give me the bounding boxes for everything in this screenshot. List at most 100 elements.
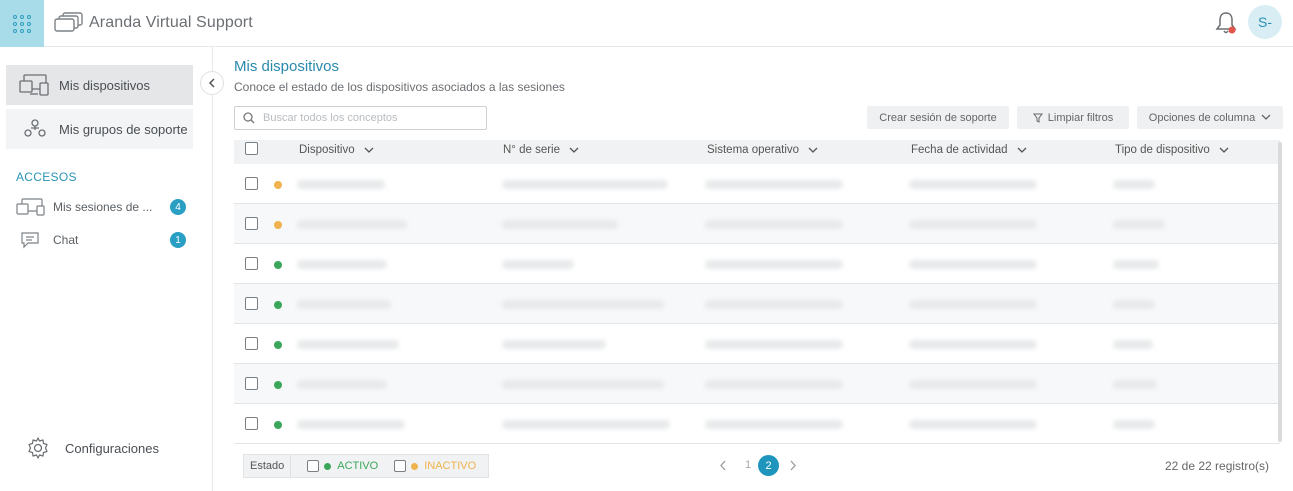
filter-inactive-label: INACTIVO xyxy=(424,460,477,472)
blurred-cell xyxy=(909,340,1037,349)
filter-inactive-option[interactable]: INACTIVO xyxy=(394,460,476,472)
search-box[interactable] xyxy=(234,106,487,130)
blurred-cell xyxy=(705,340,843,349)
column-label: Tipo de dispositivo xyxy=(1115,144,1210,156)
blurred-cell xyxy=(705,180,843,189)
blurred-cell xyxy=(909,220,1037,229)
blurred-cell xyxy=(909,180,1037,189)
row-checkbox[interactable] xyxy=(245,297,258,310)
grid-icon xyxy=(13,14,31,33)
page-title: Mis dispositivos xyxy=(234,58,340,75)
accesos-heading: ACCESOS xyxy=(16,170,77,184)
create-session-button[interactable]: Crear sesión de soporte xyxy=(867,106,1009,129)
sidebar-item-label: Mis grupos de soporte xyxy=(59,121,188,137)
table-row[interactable] xyxy=(234,284,1280,324)
column-header-dispositivo[interactable]: Dispositivo xyxy=(299,144,374,156)
select-all-checkbox[interactable] xyxy=(245,142,258,155)
table-body xyxy=(234,164,1280,444)
column-label: Dispositivo xyxy=(299,144,355,156)
table-row[interactable] xyxy=(234,324,1280,364)
blurred-cell xyxy=(297,300,391,309)
table-row[interactable] xyxy=(234,244,1280,284)
column-header-tipo-dispositivo[interactable]: Tipo de dispositivo xyxy=(1115,144,1229,156)
brand[interactable]: Aranda Virtual Support xyxy=(54,11,253,35)
row-checkbox[interactable] xyxy=(245,177,258,190)
row-checkbox[interactable] xyxy=(245,377,258,390)
table-row[interactable] xyxy=(234,164,1280,204)
column-options-label: Opciones de columna xyxy=(1148,111,1256,124)
search-input[interactable] xyxy=(263,112,463,124)
filter-active-option[interactable]: ACTIVO xyxy=(307,460,378,472)
blurred-cell xyxy=(909,420,1037,429)
blurred-cell xyxy=(1113,380,1157,389)
blurred-cell xyxy=(502,380,664,389)
blurred-cell xyxy=(297,260,387,269)
status-dot xyxy=(274,301,282,309)
page-1-link[interactable]: 1 xyxy=(745,459,751,471)
collapse-sidebar-button[interactable] xyxy=(200,71,224,95)
brand-logo-icon xyxy=(54,12,83,32)
table-scrollbar[interactable] xyxy=(1278,142,1282,442)
blurred-cell xyxy=(297,380,387,389)
create-session-label: Crear sesión de soporte xyxy=(879,111,997,124)
blurred-cell xyxy=(1113,180,1155,189)
blurred-cell xyxy=(705,220,843,229)
sidebar-item-mis-dispositivos[interactable]: Mis dispositivos xyxy=(6,65,193,105)
sidebar-item-mis-grupos-de-soporte[interactable]: Mis grupos de soporte xyxy=(6,109,193,149)
page-2-current[interactable]: 2 xyxy=(758,455,779,476)
column-header-fecha-actividad[interactable]: Fecha de actividad xyxy=(911,144,1027,156)
status-dot xyxy=(274,421,282,429)
gear-icon xyxy=(28,437,48,459)
column-header-sistema-operativo[interactable]: Sistema operativo xyxy=(707,144,818,156)
blurred-cell xyxy=(502,180,668,189)
blurred-cell xyxy=(1113,220,1165,229)
filter-active-checkbox[interactable] xyxy=(307,460,320,472)
column-label: N° de serie xyxy=(503,144,561,156)
next-page-icon[interactable] xyxy=(789,460,797,471)
support-groups-icon xyxy=(24,119,46,137)
app-title: Aranda Virtual Support xyxy=(89,14,253,31)
clear-filters-button[interactable]: Limpiar filtros xyxy=(1017,106,1129,129)
table-row[interactable] xyxy=(234,364,1280,404)
app-launcher-button[interactable] xyxy=(0,0,44,47)
records-count: 22 de 22 registro(s) xyxy=(1165,459,1270,473)
notifications-button[interactable] xyxy=(1214,10,1238,36)
acceso-chat[interactable]: Chat 1 xyxy=(16,229,186,251)
devices-icon xyxy=(19,74,49,96)
blurred-cell xyxy=(502,300,664,309)
row-checkbox[interactable] xyxy=(245,257,258,270)
settings-link[interactable]: Configuraciones xyxy=(26,436,159,460)
blurred-cell xyxy=(297,220,407,229)
column-options-button[interactable]: Opciones de columna xyxy=(1137,106,1283,129)
chevron-down-icon xyxy=(364,147,374,153)
bell-icon xyxy=(1215,12,1237,34)
chevron-down-icon xyxy=(569,147,579,153)
blurred-cell xyxy=(297,180,385,189)
chat-icon xyxy=(21,232,39,249)
table-row[interactable] xyxy=(234,204,1280,244)
row-checkbox[interactable] xyxy=(245,337,258,350)
blurred-cell xyxy=(909,380,1037,389)
chevron-down-icon xyxy=(1219,147,1229,153)
column-header-numero-serie[interactable]: N° de serie xyxy=(503,144,579,156)
blurred-cell xyxy=(297,340,399,349)
table-row[interactable] xyxy=(234,404,1280,444)
filter-active-label: ACTIVO xyxy=(337,460,379,472)
status-filter: Estado ACTIVO INACTIVO xyxy=(243,454,489,478)
acceso-mis-sesiones[interactable]: Mis sesiones de ... 4 xyxy=(16,196,186,218)
search-icon xyxy=(243,112,255,124)
sidebar: Mis dispositivos Mis grupos de soporte A… xyxy=(0,47,224,491)
blurred-cell xyxy=(705,380,843,389)
filter-inactive-checkbox[interactable] xyxy=(394,460,407,472)
row-checkbox[interactable] xyxy=(245,217,258,230)
status-dot xyxy=(274,341,282,349)
sessions-icon xyxy=(16,198,45,216)
sessions-count-badge: 4 xyxy=(170,199,186,215)
row-checkbox[interactable] xyxy=(245,417,258,430)
user-avatar[interactable]: S- xyxy=(1248,5,1282,39)
prev-page-icon[interactable] xyxy=(719,460,727,471)
devices-table: Dispositivo N° de serie Sistema operativ… xyxy=(234,140,1280,444)
chevron-down-icon xyxy=(808,147,818,153)
table-header: Dispositivo N° de serie Sistema operativ… xyxy=(234,140,1280,164)
status-dot xyxy=(274,221,282,229)
